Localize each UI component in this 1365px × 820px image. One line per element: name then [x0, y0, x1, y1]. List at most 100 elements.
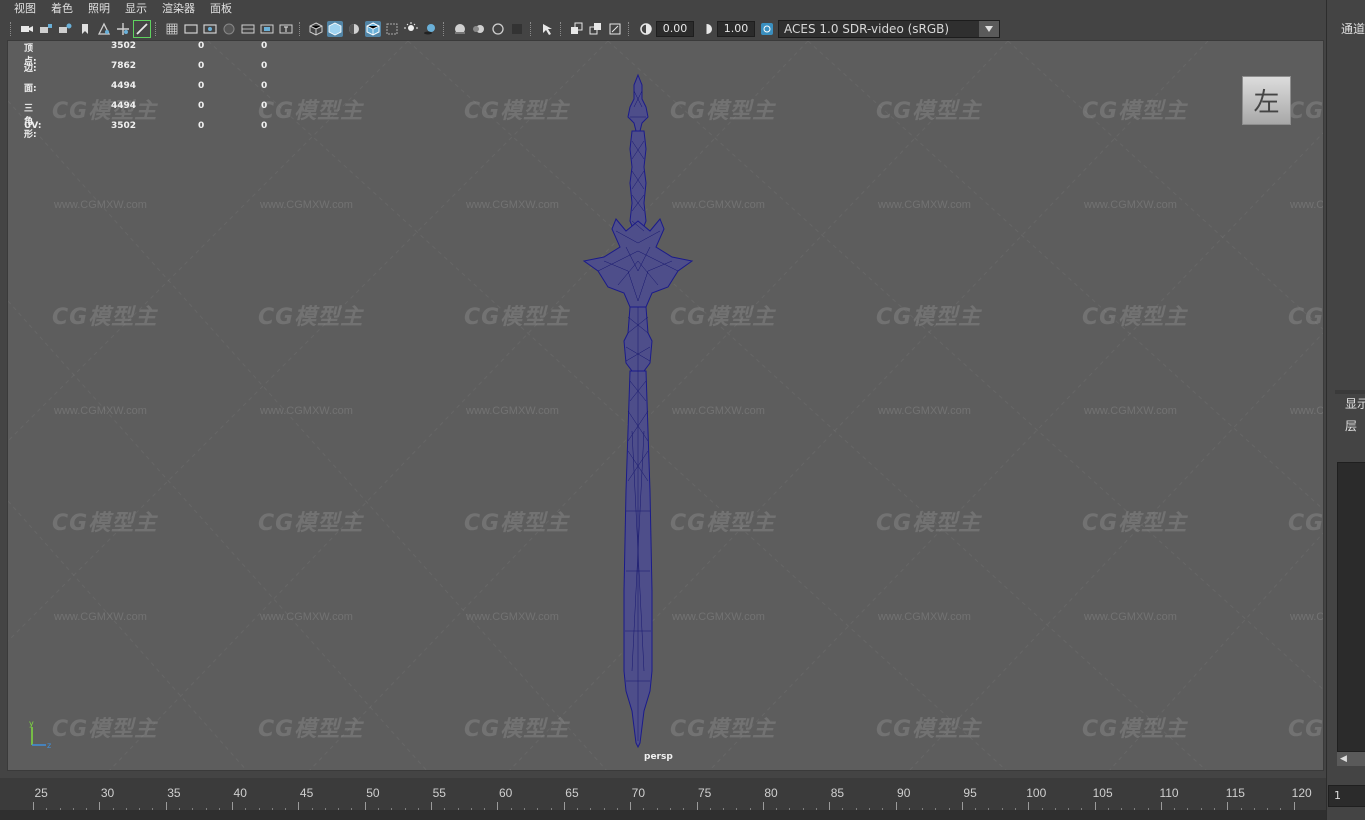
watermark-logo: CG模型主 [1082, 717, 1188, 742]
timeline-tick-label: 100 [1026, 786, 1047, 800]
exposure-field[interactable]: 0.00 [656, 21, 694, 37]
scroll-left-arrow[interactable]: ◀ [1337, 752, 1365, 766]
watermark-logo: CG模型主 [1082, 305, 1188, 330]
wireframe-on-shaded-icon[interactable] [365, 21, 381, 37]
watermark-url: www.CGMXW.com [1290, 405, 1324, 417]
grease-pencil-icon[interactable] [133, 20, 151, 38]
bookmark-icon[interactable] [77, 21, 93, 37]
channel-box-panel: 通道盒 显示 层 ◀ 1 [1326, 0, 1365, 820]
motion-blur-icon[interactable] [471, 21, 487, 37]
color-management-icon[interactable] [759, 21, 775, 37]
toolbar-separator [443, 22, 445, 36]
chevron-down-icon [979, 21, 999, 37]
shadows-icon[interactable] [422, 21, 438, 37]
watermark-logo: CG模型主 [258, 511, 364, 536]
timeline-tick-label: 30 [100, 786, 115, 800]
layer-list[interactable] [1337, 462, 1365, 752]
timeline-track[interactable]: 25 30 35 40 45 50 55 60 65 70 75 80 85 90 95 100 105 110 1… [0, 778, 1326, 812]
tab-display[interactable]: 显示 [1345, 395, 1365, 412]
menu-lighting[interactable]: 照明 [88, 1, 110, 17]
watermark-url: www.CGMXW.com [1084, 611, 1177, 623]
timeline-tick-label: 55 [432, 786, 446, 800]
gate-mask-icon[interactable] [221, 21, 237, 37]
watermark-url: www.CGMXW.com [260, 611, 353, 623]
hud-value: 0 [198, 41, 205, 51]
watermark-url: www.CGMXW.com [466, 199, 559, 211]
watermark-logo: CG模型主 [876, 511, 982, 536]
current-frame-field[interactable]: 1 [1328, 785, 1365, 807]
hud-value: 0 [198, 61, 205, 71]
tab-layers[interactable]: 层 [1345, 417, 1357, 434]
panel-divider[interactable] [1335, 390, 1365, 394]
watermark-logo: CG模型主 [52, 511, 158, 536]
timeline-footer [0, 810, 1326, 820]
watermark-logo: CG模型主 [52, 99, 158, 124]
camera-attrs-icon[interactable] [57, 21, 73, 37]
color-space-dropdown[interactable]: ACES 1.0 SDR-video (sRGB) [778, 20, 1000, 38]
timeline-tick-label: 105 [1092, 786, 1113, 800]
timeline-tick-label: 70 [631, 786, 645, 800]
axis-z-label: z [47, 741, 51, 750]
film-gate-icon[interactable] [183, 21, 199, 37]
view-cube[interactable]: 左 [1242, 76, 1291, 125]
hud-value: 3502 [111, 41, 137, 51]
menu-renderer[interactable]: 渲染器 [162, 1, 195, 17]
toolbar-separator [628, 22, 630, 36]
watermark-logo: CG模型主 [1288, 99, 1324, 124]
watermark-logo: CG模型主 [258, 305, 364, 330]
screen-space-ao-icon[interactable] [452, 21, 468, 37]
hud-value: 0 [198, 121, 205, 131]
xray-active-icon[interactable] [588, 21, 604, 37]
safe-title-icon[interactable] [278, 21, 294, 37]
timeline-tick-label: 115 [1225, 786, 1245, 800]
image-plane-icon[interactable] [96, 21, 112, 37]
hud-value: 0 [198, 81, 205, 91]
depth-of-field-icon[interactable] [509, 21, 525, 37]
sword-wireframe-model[interactable] [568, 71, 708, 751]
xray-joints-icon[interactable] [569, 21, 585, 37]
default-material-icon[interactable] [346, 21, 362, 37]
gamma-field[interactable]: 1.00 [717, 21, 755, 37]
menu-panels[interactable]: 面板 [210, 1, 232, 17]
camera-lock-icon[interactable] [38, 21, 54, 37]
use-all-lights-icon[interactable] [403, 21, 419, 37]
watermark-url: www.CGMXW.com [878, 611, 971, 623]
gamma-icon[interactable] [699, 21, 715, 37]
watermark-logo: CG模型主 [1082, 99, 1188, 124]
smooth-shade-icon[interactable] [327, 21, 343, 37]
persp-viewport[interactable]: CG模型主 CG模型主 CG模型主 CG模型主 CG模型主 CG模型主 CG模型主 CG模型主… [7, 40, 1324, 771]
panel-menubar: 视图 着色 照明 显示 渲染器 面板 [0, 0, 1326, 18]
exposure-icon[interactable] [638, 21, 654, 37]
watermark-url: www.CGMXW.com [260, 199, 353, 211]
watermark-url: www.CGMXW.com [1290, 611, 1324, 623]
tab-channel-box[interactable]: 通道盒 [1341, 20, 1365, 37]
grid-icon[interactable] [164, 21, 180, 37]
time-slider[interactable]: 25 30 35 40 45 50 55 60 65 70 75 80 85 90 95 100 105 110 1… [0, 772, 1326, 820]
backface-culling-icon[interactable] [607, 21, 623, 37]
watermark-logo: CG模型主 [258, 99, 364, 124]
menu-shading[interactable]: 着色 [51, 1, 73, 17]
watermark-url: www.CGMXW.com [466, 611, 559, 623]
safe-action-icon[interactable] [259, 21, 275, 37]
multisample-aa-icon[interactable] [490, 21, 506, 37]
watermark-url: www.CGMXW.com [54, 405, 147, 417]
menu-view[interactable]: 视图 [14, 1, 36, 17]
watermark-url: www.CGMXW.com [54, 611, 147, 623]
watermark-logo: CG模型主 [52, 717, 158, 742]
2d-pan-icon[interactable] [115, 21, 131, 37]
hud-value: 0 [261, 121, 268, 131]
color-space-value: ACES 1.0 SDR-video (sRGB) [784, 22, 950, 36]
field-chart-icon[interactable] [240, 21, 256, 37]
hud-value: 0 [261, 81, 268, 91]
menu-show[interactable]: 显示 [125, 1, 147, 17]
camera-icon[interactable] [19, 21, 35, 37]
xray-icon[interactable] [384, 21, 400, 37]
timeline-tick-label: 40 [233, 786, 247, 800]
isolate-select-icon[interactable] [539, 21, 555, 37]
viewport-toolbar: 0.00 1.00 ACES 1.0 SDR-video (sRGB) [0, 18, 1326, 40]
timeline-tick-label: 45 [299, 786, 314, 800]
resolution-gate-icon[interactable] [202, 21, 218, 37]
wireframe-icon[interactable] [308, 21, 324, 37]
watermark-url: www.CGMXW.com [54, 199, 147, 211]
toolbar-separator [299, 22, 301, 36]
